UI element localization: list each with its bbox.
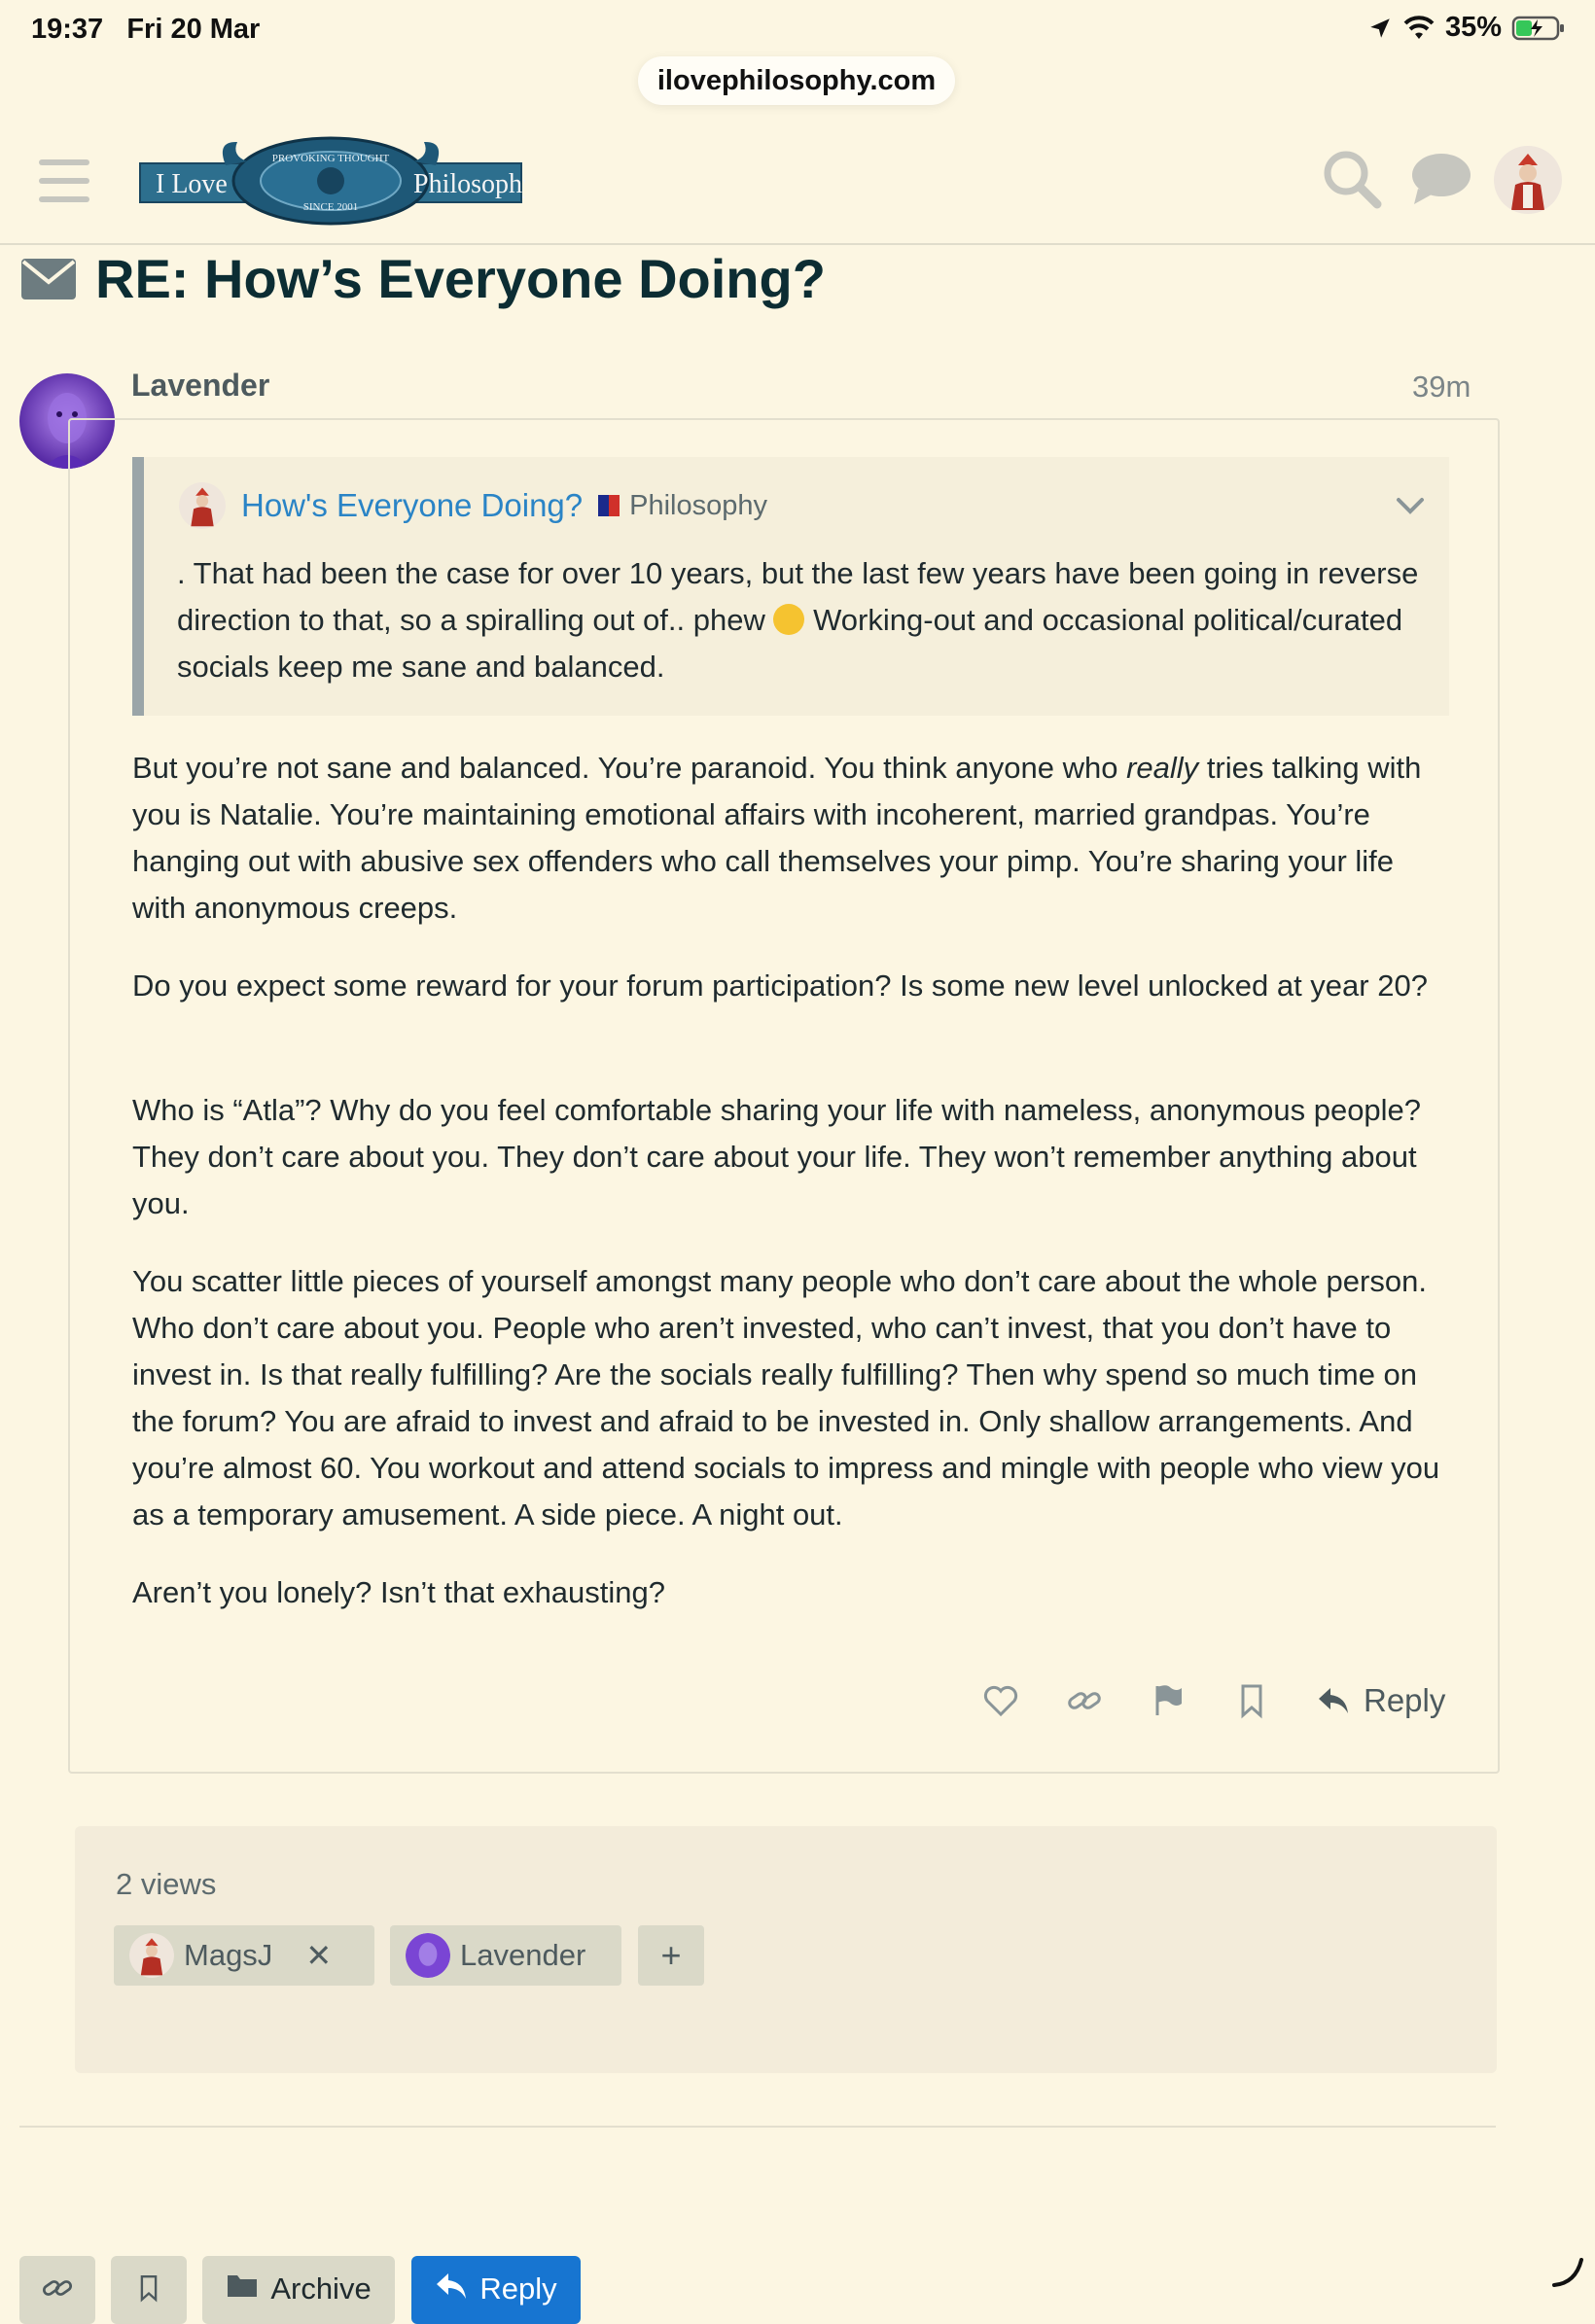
add-participant-button[interactable]: + (638, 1925, 704, 1986)
post-paragraph-2: Do you expect some reward for your forum… (132, 968, 1428, 1003)
participant-chip-magsj[interactable]: MagsJ ✕ (114, 1925, 374, 1986)
p1-before: But you’re not sane and balanced. You’re… (132, 751, 1118, 785)
view-count: 2 views (116, 1867, 217, 1901)
post-actions: Reply (982, 1682, 1445, 1719)
reply-arrow-icon (1319, 1688, 1348, 1713)
participant-avatar (129, 1933, 174, 1978)
url-text: ilovephilosophy.com (656, 64, 937, 96)
topic-title[interactable]: RE: How’s Everyone Doing? (95, 245, 826, 313)
quote-category-label: Philosophy (629, 489, 768, 521)
heart-icon[interactable] (982, 1682, 1019, 1719)
participant-chip-lavender[interactable]: Lavender (390, 1925, 621, 1986)
post-paragraph-3: Who is “Atla”? Why do you feel comfortab… (132, 1093, 1422, 1220)
participant-avatar (406, 1933, 450, 1978)
status-date: Fri 20 Mar (126, 14, 261, 45)
post-paragraph-5: Aren’t you lonely? Isn’t that exhausting… (132, 1575, 666, 1609)
quote-text: . That had been the case for over 10 yea… (177, 550, 1432, 690)
link-icon (42, 2280, 73, 2296)
category-color-square (598, 495, 620, 516)
relieved-face-emoji-icon (773, 603, 805, 635)
url-bar[interactable]: ilovephilosophy.com (638, 56, 955, 105)
p1-emphasis: really (1126, 751, 1199, 785)
hamburger-menu-icon[interactable] (39, 159, 89, 202)
topic-reply-label: Reply (479, 2271, 557, 2306)
site-logo[interactable]: I Love Philosophy PROVOKING THOUGHT SINC… (136, 136, 536, 226)
user-avatar[interactable] (1494, 146, 1562, 214)
topic-reply-button[interactable]: Reply (411, 2256, 581, 2324)
topic-title-row: RE: How’s Everyone Doing? (21, 245, 826, 313)
battery-charging-icon (1511, 16, 1564, 40)
logo-text-right: Philosophy (413, 169, 525, 199)
logo-text-left: I Love (156, 169, 228, 199)
logo-ring-bottom: SINCE 2001 (303, 201, 359, 213)
logo-ring-top: PROVOKING THOUGHT (272, 153, 390, 164)
archive-label: Archive (270, 2271, 372, 2306)
quote-author-avatar (179, 482, 226, 529)
participant-name: Lavender (460, 1938, 586, 1972)
archive-button[interactable]: Archive (202, 2256, 395, 2324)
participant-name: MagsJ (184, 1938, 273, 1972)
status-time-date: 19:37 Fri 20 Mar (31, 14, 260, 46)
reply-arrow-icon (437, 2273, 467, 2299)
chat-icon[interactable] (1408, 146, 1474, 212)
envelope-icon (21, 259, 76, 299)
status-indicators: 35% (1367, 12, 1566, 44)
flag-icon[interactable] (1150, 1682, 1187, 1719)
chevron-down-icon[interactable] (1393, 488, 1428, 523)
divider (19, 2126, 1496, 2128)
quote-category-badge[interactable]: Philosophy (598, 490, 767, 522)
bookmark-topic-button[interactable] (111, 2256, 187, 2324)
quote-block: How's Everyone Doing? Philosophy . That … (132, 457, 1449, 716)
remove-participant-icon[interactable]: ✕ (305, 1937, 332, 1974)
status-time: 19:37 (31, 14, 104, 45)
bookmark-icon[interactable] (1233, 1682, 1270, 1719)
topic-map: 2 views MagsJ ✕ Lavender + (75, 1826, 1497, 2073)
location-arrow-icon (1370, 18, 1390, 38)
post-author-name[interactable]: Lavender (131, 368, 269, 404)
post-reply-label: Reply (1364, 1682, 1446, 1718)
quote-header: How's Everyone Doing? Philosophy (179, 482, 767, 529)
post-date[interactable]: 39m (1412, 370, 1471, 405)
post-paragraph-4: You scatter little pieces of yourself am… (132, 1264, 1440, 1532)
post-reply-button[interactable]: Reply (1317, 1682, 1445, 1719)
share-link-button[interactable] (19, 2256, 95, 2324)
wifi-icon (1403, 15, 1435, 39)
bookmark-icon (140, 2274, 158, 2303)
search-icon[interactable] (1319, 146, 1385, 212)
battery-percent: 35% (1444, 12, 1502, 43)
quote-topic-link[interactable]: How's Everyone Doing? (241, 487, 583, 524)
link-icon[interactable] (1066, 1682, 1103, 1719)
post-paragraph-1: But you’re not sane and balanced. You’re… (132, 745, 1455, 932)
resize-handle-icon[interactable] (1550, 2254, 1585, 2289)
